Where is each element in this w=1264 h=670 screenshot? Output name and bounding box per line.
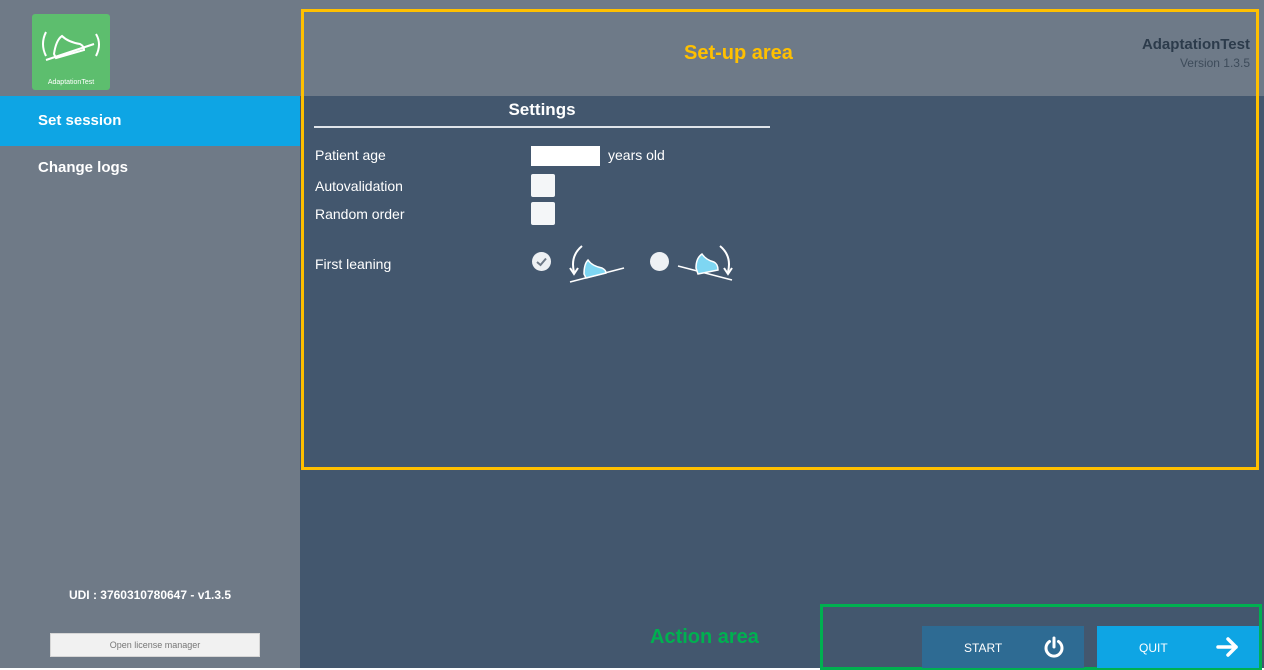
quit-button[interactable]: QUIT xyxy=(1097,626,1259,668)
first-leaning-forward-radio[interactable] xyxy=(650,252,669,271)
sidebar-item-change-logs[interactable]: Change logs xyxy=(0,143,300,193)
first-leaning-backward-radio[interactable] xyxy=(532,252,551,271)
udi-label: UDI : 3760310780647 - v1.3.5 xyxy=(68,588,232,602)
open-license-manager-button[interactable]: Open license manager xyxy=(50,633,260,657)
autovalidation-checkbox[interactable] xyxy=(531,174,555,197)
settings-title: Settings xyxy=(508,100,576,119)
arrow-right-icon xyxy=(1216,637,1238,657)
autovalidation-label: Autovalidation xyxy=(315,178,403,194)
main-panel: AdaptationTest Version 1.3.5 Set-up area… xyxy=(300,0,1264,670)
lean-forward-icon xyxy=(677,245,733,281)
first-leaning-label: First leaning xyxy=(315,256,392,272)
setup-area-highlight xyxy=(301,9,1259,470)
action-area-annotation: Action area xyxy=(650,626,759,648)
lean-backward-icon xyxy=(569,245,625,283)
sidebar-item-set-session[interactable]: Set session xyxy=(0,96,300,146)
app-logo: AdaptationTest xyxy=(32,14,110,90)
random-order-checkbox[interactable] xyxy=(531,202,555,225)
sidebar-item-label: Set session xyxy=(38,112,122,129)
settings-divider xyxy=(314,126,770,128)
patient-age-input[interactable] xyxy=(531,146,600,166)
sidebar: AdaptationTest Set session Change logs U… xyxy=(0,0,300,668)
start-button-label: START xyxy=(964,641,1003,655)
patient-age-label: Patient age xyxy=(315,147,386,163)
logo-caption: AdaptationTest xyxy=(47,79,95,86)
sidebar-item-label: Change logs xyxy=(38,159,129,176)
random-order-label: Random order xyxy=(315,206,405,222)
start-button[interactable]: START xyxy=(922,626,1084,668)
quit-button-label: QUIT xyxy=(1139,641,1168,655)
years-old-label: years old xyxy=(608,147,665,163)
power-icon xyxy=(1044,636,1064,658)
check-icon xyxy=(536,257,547,267)
